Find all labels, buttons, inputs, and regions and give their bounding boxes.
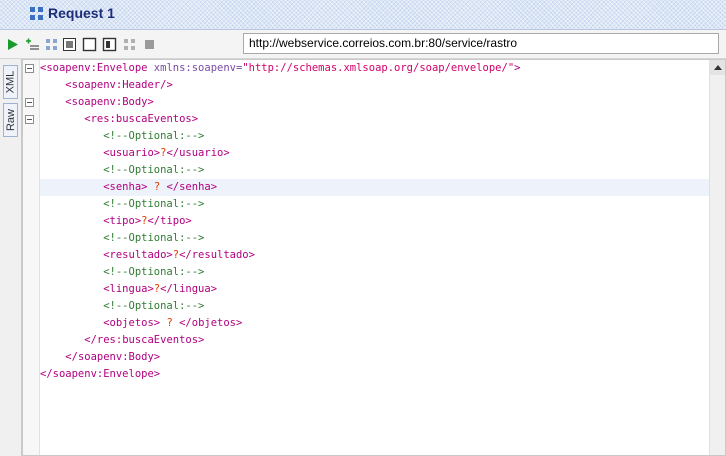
fold-toggle-envelope[interactable] — [25, 64, 34, 73]
code-line: <usuario>?</usuario> — [103, 147, 230, 159]
editor-gutter — [23, 60, 40, 455]
vertical-scrollbar[interactable] — [709, 60, 725, 455]
code-line: <lingua>?</lingua> — [103, 283, 218, 295]
request-toolbar: http://webservice.correios.com.br:80/ser… — [0, 30, 726, 59]
code-line: <objetos> ? </objetos> — [103, 317, 243, 329]
request-titlebar: Request 1 — [0, 0, 726, 30]
split-view-icon[interactable] — [102, 37, 117, 52]
tab-raw[interactable]: Raw — [3, 103, 18, 137]
endpoint-url-field[interactable]: http://webservice.correios.com.br:80/ser… — [243, 33, 719, 54]
code-line: <resultado>?</resultado> — [103, 249, 255, 261]
editor-side-tabs: XML Raw — [0, 59, 22, 456]
code-line: <!--Optional:--> — [103, 266, 205, 278]
xml-editor[interactable]: <soapenv:Envelope xmlns:soapenv="http://… — [22, 59, 726, 456]
fold-toggle-buscaeventos[interactable] — [25, 115, 34, 124]
add-step-icon[interactable] — [25, 37, 40, 52]
clone-icon[interactable] — [44, 37, 59, 52]
request-title: Request 1 — [48, 5, 115, 21]
code-line: <soapenv:Envelope xmlns:soapenv="http://… — [40, 62, 521, 74]
code-line-current: <senha> ? </senha> — [40, 179, 710, 196]
stop-icon[interactable] — [142, 37, 157, 52]
window-icon[interactable] — [82, 37, 97, 52]
code-line: <tipo>?</tipo> — [103, 215, 192, 227]
tab-xml-label: XML — [4, 70, 17, 94]
request-icon — [30, 7, 43, 20]
code-line: </soapenv:Envelope> — [40, 368, 161, 380]
code-line: <soapenv:Header/> — [65, 79, 173, 91]
code-line: <!--Optional:--> — [103, 130, 205, 142]
code-line: <!--Optional:--> — [103, 198, 205, 210]
maximize-icon[interactable] — [62, 37, 77, 52]
code-line: <!--Optional:--> — [103, 164, 205, 176]
tab-xml[interactable]: XML — [3, 65, 18, 99]
play-icon[interactable] — [5, 37, 20, 52]
code-line: <!--Optional:--> — [103, 232, 205, 244]
code-line: <res:buscaEventos> — [84, 113, 199, 125]
code-line: </soapenv:Body> — [65, 351, 161, 363]
fold-toggle-body[interactable] — [25, 98, 34, 107]
scroll-up-arrow-icon[interactable] — [710, 60, 725, 75]
layout-icon[interactable] — [122, 37, 137, 52]
tab-raw-label: Raw — [4, 108, 17, 132]
code-line: <!--Optional:--> — [103, 300, 205, 312]
code-line: </res:buscaEventos> — [84, 334, 205, 346]
code-line: <soapenv:Body> — [65, 96, 154, 108]
